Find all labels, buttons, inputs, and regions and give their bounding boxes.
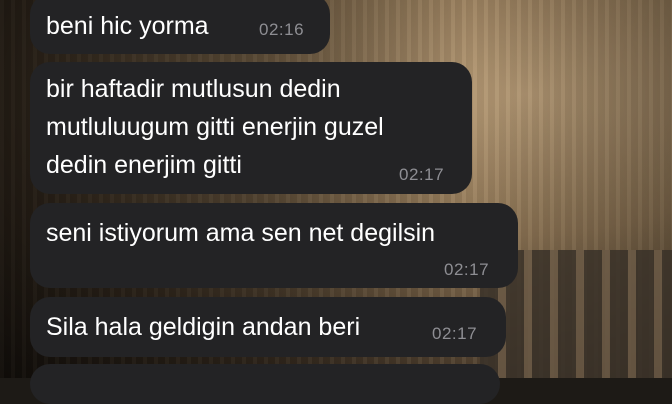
message-timestamp: 02:17 [432, 324, 478, 343]
message-timestamp: 02:17 [444, 260, 490, 279]
message-text: beni hic yorma [46, 12, 209, 40]
message-bubble[interactable]: bir haftadir mutlusun dedin mutluluugum … [30, 62, 472, 194]
message-bubble-partial[interactable] [30, 364, 500, 404]
message-bubble[interactable]: seni istiyorum ama sen net degilsin 02:1… [30, 203, 518, 288]
message-bubble[interactable]: beni hic yorma 02:16 [30, 0, 330, 54]
message-text: Sila hala geldigin andan beri [46, 313, 361, 341]
message-text: seni istiyorum ama sen net degilsin [46, 219, 436, 247]
message-timestamp: 02:17 [399, 165, 445, 184]
message-bubble[interactable]: Sila hala geldigin andan beri 02:17 [30, 297, 506, 357]
message-timestamp: 02:16 [259, 20, 305, 39]
message-text: bir haftadir mutlusun dedin mutluluugum … [46, 75, 384, 179]
